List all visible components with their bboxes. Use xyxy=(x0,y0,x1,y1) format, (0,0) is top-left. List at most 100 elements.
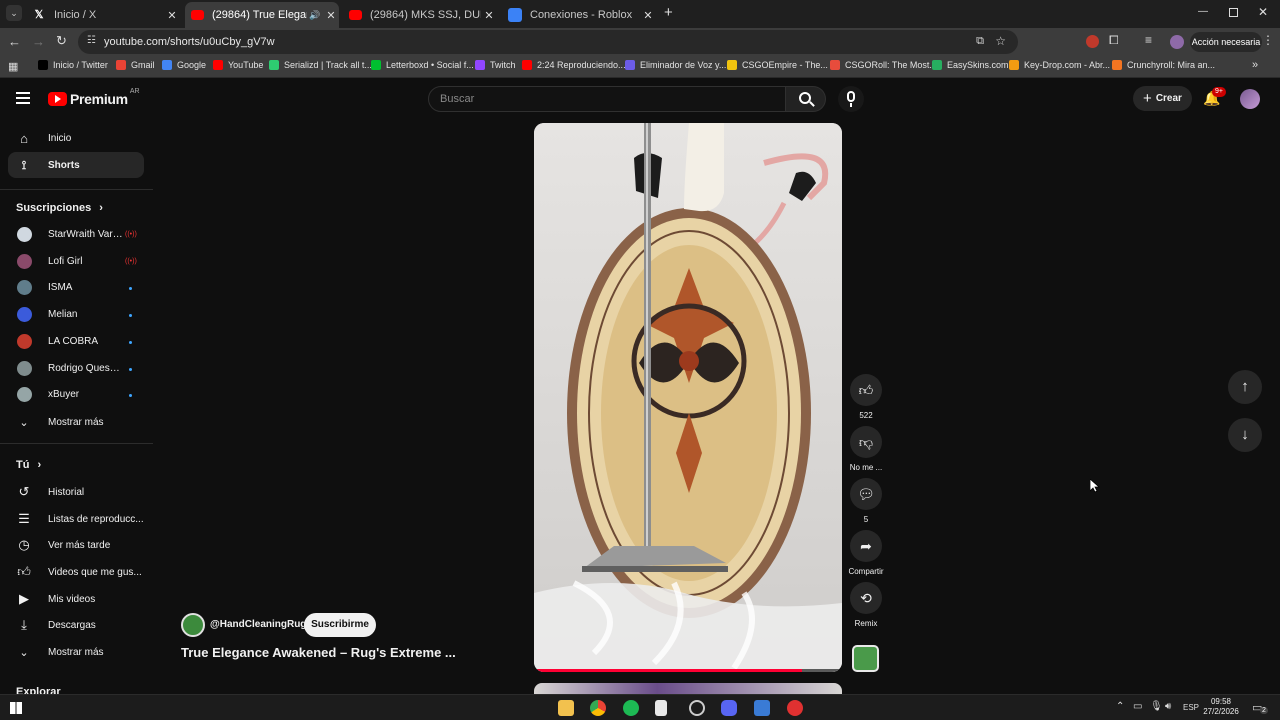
profile-avatar[interactable] xyxy=(1170,35,1184,49)
share-button[interactable]: ➦ xyxy=(850,530,882,562)
sidebar-item-liked-videos[interactable]: 👍︎ Videos que me gus... xyxy=(8,559,144,585)
install-app-icon[interactable]: ⧉ xyxy=(976,35,984,48)
show-more-you[interactable]: ⌄ Mostrar más xyxy=(8,639,144,665)
subscriptions-header[interactable]: Suscripciones › xyxy=(16,202,103,214)
bookmark-item[interactable]: EasySkins.com xyxy=(932,60,1009,70)
sidebar-item-historial[interactable]: ↺ Historial xyxy=(8,479,144,505)
next-short-preview[interactable] xyxy=(534,683,842,694)
new-tab-button[interactable]: + xyxy=(664,5,673,21)
hamburger-menu-icon[interactable] xyxy=(16,92,30,104)
channel-name[interactable]: @HandCleaningRugs xyxy=(210,619,312,630)
address-bar[interactable]: ☷ youtube.com/shorts/u0uCby_gV7w ⧉ ☆ xyxy=(78,30,1018,54)
notepad-icon[interactable] xyxy=(655,700,667,716)
volume-icon[interactable]: 🔊︎ xyxy=(1165,701,1171,712)
sidebar-item-watch-later[interactable]: ◷ Ver más tarde xyxy=(8,532,144,558)
discord-icon[interactable] xyxy=(721,700,737,716)
create-button[interactable]: + Crear xyxy=(1133,86,1192,111)
search-input[interactable]: Buscar xyxy=(428,86,786,112)
extensions-puzzle-icon[interactable]: ⧠ xyxy=(1109,33,1119,48)
app-red-icon[interactable] xyxy=(787,700,803,716)
speaker-icon[interactable]: 🔊 xyxy=(307,10,323,21)
account-avatar[interactable] xyxy=(1240,89,1260,109)
bookmark-item[interactable]: CSGORoll: The Most... xyxy=(830,60,937,70)
previous-short-button[interactable]: ↑ xyxy=(1228,370,1262,404)
subscription-item[interactable]: Lofi Girl ((•)) xyxy=(8,249,144,275)
subscription-item[interactable]: xBuyer xyxy=(8,382,144,408)
bookmark-star-icon[interactable]: ☆ xyxy=(995,34,1006,48)
close-tab-icon[interactable]: ✕ xyxy=(640,9,656,22)
steam-like-icon[interactable] xyxy=(689,700,705,716)
you-header[interactable]: Tú › xyxy=(16,459,41,471)
subscription-item[interactable]: StarWraith Varie... ((•)) xyxy=(8,222,144,248)
bookmark-item[interactable]: Key-Drop.com - Abr... xyxy=(1009,60,1110,70)
bookmark-item[interactable]: Serializd | Track all t... xyxy=(269,60,372,70)
action-needed-button[interactable]: Acción necesaria xyxy=(1190,32,1262,52)
minimize-icon[interactable]: — xyxy=(1198,6,1208,17)
site-info-icon[interactable]: ☷ xyxy=(87,35,96,46)
tab-search-button[interactable]: ⌄ xyxy=(6,5,22,21)
tab-youtube-short[interactable]: (29864) True Elegance Awak 🔊 ✕ xyxy=(185,2,339,28)
comments-button[interactable]: 💬︎ xyxy=(850,478,882,510)
bookmark-item[interactable]: CSGOEmpire - The... xyxy=(727,60,828,70)
app-window-icon[interactable] xyxy=(754,700,770,716)
next-short-button[interactable]: ↓ xyxy=(1228,418,1262,452)
sound-thumbnail[interactable] xyxy=(852,645,879,672)
subscription-item[interactable]: ISMA xyxy=(8,275,144,301)
dislike-button[interactable]: 👎︎ xyxy=(850,426,882,458)
tab-inicio-x[interactable]: 𝕏 Inicio / X ✕ xyxy=(26,2,180,28)
forward-icon[interactable]: → xyxy=(32,34,45,49)
subscription-item[interactable]: Melian xyxy=(8,302,144,328)
spotify-icon[interactable] xyxy=(623,700,639,716)
youtube-premium-logo[interactable]: Premium AR xyxy=(48,88,140,107)
bookmark-item[interactable]: Eliminador de Voz y... xyxy=(625,60,726,70)
bookmark-item[interactable]: Twitch xyxy=(475,60,516,70)
tab-roblox[interactable]: Conexiones - Roblox ✕ xyxy=(502,2,656,28)
subscription-item[interactable]: Rodrigo Quesada xyxy=(8,356,144,382)
channel-avatar[interactable] xyxy=(181,613,205,637)
remix-button[interactable]: ⟲ xyxy=(850,582,882,614)
tray-chevron-icon[interactable]: ⌃ xyxy=(1116,701,1124,712)
bookmark-item[interactable]: Letterboxd • Social f... xyxy=(371,60,474,70)
close-tab-icon[interactable]: ✕ xyxy=(164,9,180,22)
sidebar-item-shorts[interactable]: ⟟ Shorts xyxy=(8,152,144,178)
bookmark-item[interactable]: Google xyxy=(162,60,206,70)
language-indicator[interactable]: ESP xyxy=(1183,703,1199,712)
back-icon[interactable]: ← xyxy=(8,34,21,49)
extension-icon[interactable] xyxy=(1086,35,1099,48)
sidebar-item-my-videos[interactable]: ▶ Mis videos xyxy=(8,586,144,612)
microphone-tray-icon[interactable]: 🎙︎ xyxy=(1150,701,1163,712)
like-button[interactable]: 👍︎ xyxy=(850,374,882,406)
bookmark-item[interactable]: 2:24 Reproduciendo... xyxy=(522,60,626,70)
close-tab-icon[interactable]: ✕ xyxy=(323,9,339,22)
chrome-icon[interactable] xyxy=(590,700,606,716)
media-control-icon[interactable]: ≡ xyxy=(1145,33,1152,47)
file-explorer-icon[interactable] xyxy=(558,700,574,716)
search-button[interactable] xyxy=(786,86,826,112)
apps-grid-icon[interactable]: ▦ xyxy=(8,60,18,73)
tab-youtube-music[interactable]: (29864) MKS SSJ, DUKI - TU SI ✕ xyxy=(343,2,497,28)
close-tab-icon[interactable]: ✕ xyxy=(481,9,497,22)
bookmark-item[interactable]: Crunchyroll: Mira an... xyxy=(1112,60,1215,70)
more-bookmarks-icon[interactable]: » xyxy=(1252,59,1258,71)
notifications-button[interactable]: 🔔 9+ xyxy=(1203,87,1226,108)
show-more-subscriptions[interactable]: ⌄ Mostrar más xyxy=(8,409,144,435)
subscription-item[interactable]: LA COBRA xyxy=(8,329,144,355)
network-icon[interactable]: ▭ xyxy=(1133,701,1142,712)
bookmark-item[interactable]: Inicio / Twitter xyxy=(38,60,108,70)
windows-start-icon[interactable] xyxy=(10,702,22,714)
sidebar-item-playlists[interactable]: ☰ Listas de reproducc... xyxy=(8,506,144,532)
restore-icon[interactable] xyxy=(1229,8,1238,17)
subscribe-button[interactable]: Suscribirme xyxy=(304,613,376,637)
bookmark-item[interactable]: YouTube xyxy=(213,60,263,70)
shorts-video-player[interactable] xyxy=(534,123,842,672)
video-title[interactable]: True Elegance Awakened – Rug's Extreme .… xyxy=(181,645,456,660)
video-progress-track[interactable] xyxy=(534,669,842,672)
sidebar-item-inicio[interactable]: ⌂ Inicio xyxy=(8,125,144,151)
sidebar-item-downloads[interactable]: ⤓ Descargas xyxy=(8,612,144,638)
browser-menu-icon[interactable]: ⋮ xyxy=(1262,33,1274,47)
close-window-icon[interactable]: ✕ xyxy=(1258,5,1268,19)
reload-icon[interactable]: ↻ xyxy=(56,33,67,49)
voice-search-button[interactable] xyxy=(838,86,864,112)
clock[interactable]: 09:58 27/2/2026 xyxy=(1203,697,1239,717)
bookmark-item[interactable]: Gmail xyxy=(116,60,155,70)
